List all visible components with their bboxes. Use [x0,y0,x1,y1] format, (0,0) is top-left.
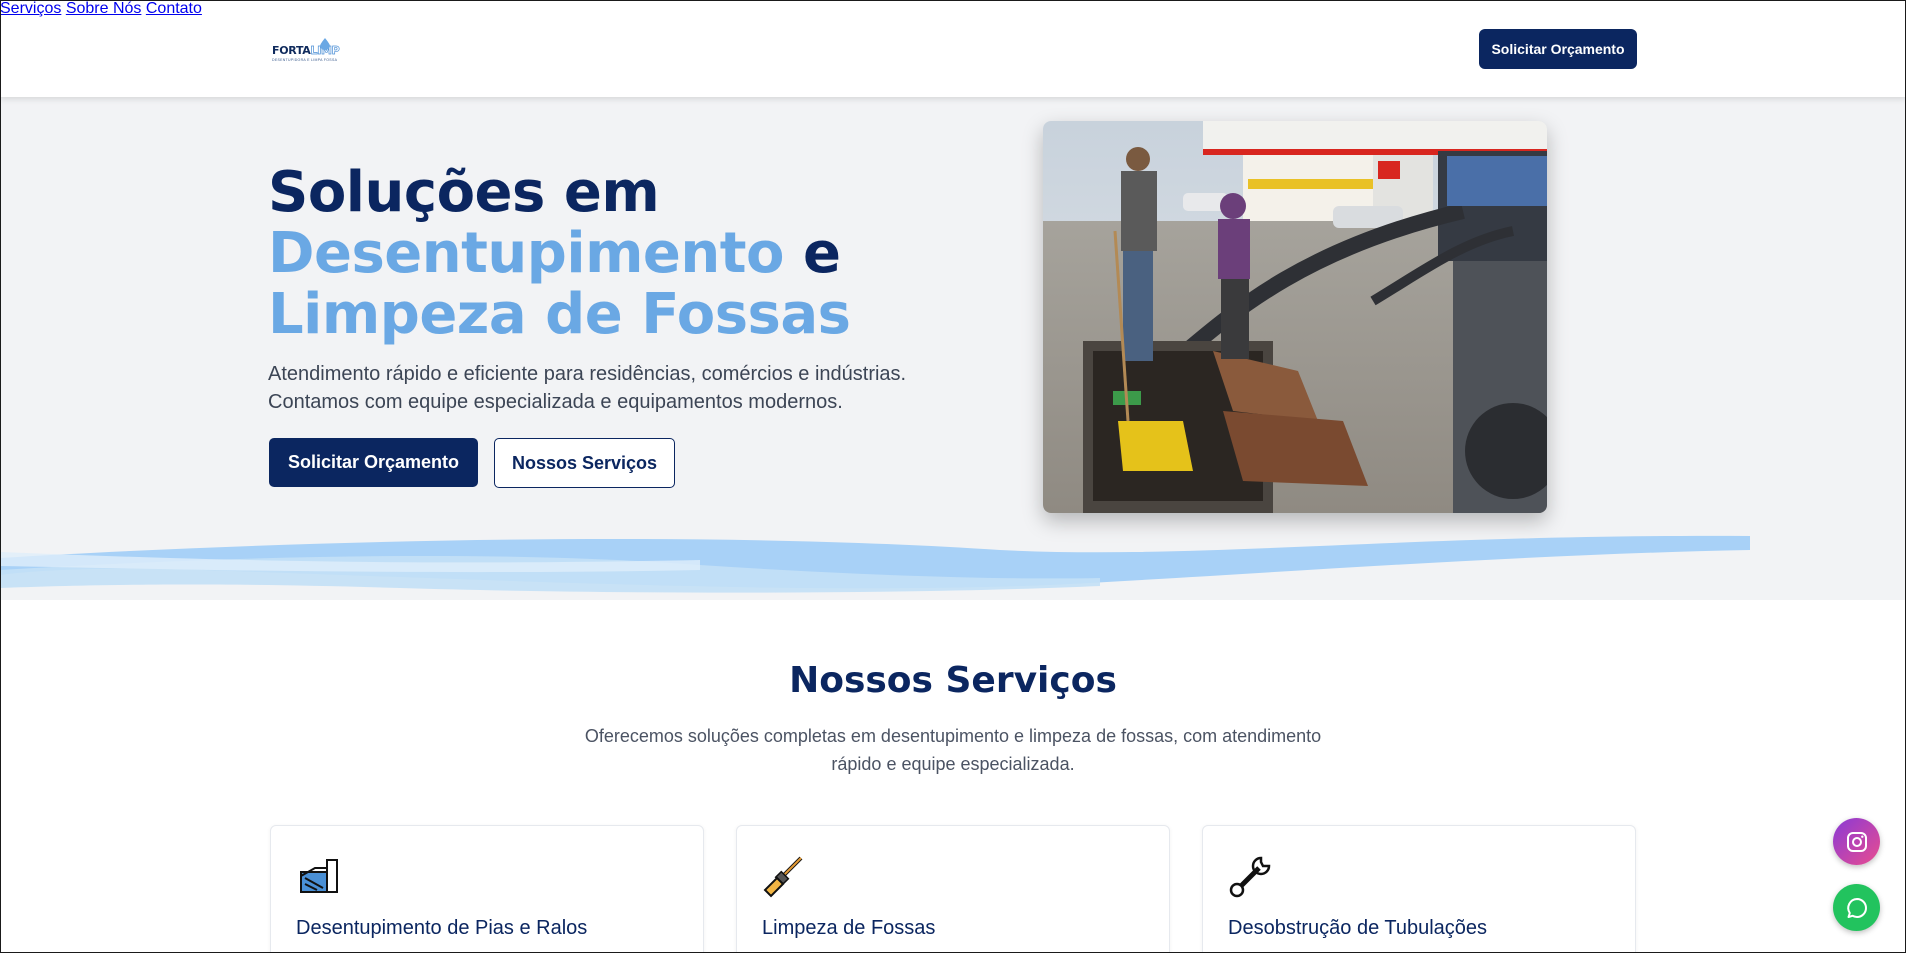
service-card-title: Limpeza de Fossas [762,917,936,939]
nav-servicos[interactable]: Serviços [0,0,61,17]
hero-wave-divider [0,535,1750,593]
whatsapp-button[interactable] [1833,884,1880,931]
services-title: Nossos Serviços [789,660,1117,701]
main-nav: Serviços Sobre Nós Contato [0,0,1906,18]
broom-icon [763,856,803,898]
service-card-title: Desobstrução de Tubulações [1228,917,1488,939]
service-card-pias-ralos[interactable]: Desentupimento de Pias e Ralos [270,825,704,953]
service-card-desobstrucao[interactable]: Desobstrução de Tubulações [1202,825,1636,953]
hero-quote-button[interactable]: Solicitar Orçamento [269,438,478,487]
header-quote-button[interactable]: Solicitar Orçamento [1479,29,1637,69]
instagram-icon [1846,831,1867,852]
site-header: FORTALIMP DESENTUPIDORA E LIMPA FOSSA Se… [0,0,1906,97]
hero-services-button[interactable]: Nossos Serviços [494,438,675,488]
nav-sobre-nos[interactable]: Sobre Nós [66,0,142,17]
nav-contato[interactable]: Contato [146,0,202,17]
water-drop-icon [320,38,330,50]
hero-title: Soluções em Desentupimento e Limpeza de … [268,160,851,347]
whatsapp-icon [1846,897,1867,918]
service-card-limpeza-fossas[interactable]: Limpeza de Fossas [736,825,1170,953]
logo-tagline: DESENTUPIDORA E LIMPA FOSSA [272,58,338,62]
hero-photo [1043,121,1547,513]
wrench-icon [1229,856,1271,898]
instagram-button[interactable] [1833,818,1880,865]
workers-cleaning-septic-tank-image [1043,121,1547,513]
hero-subtitle: Atendimento rápido e eficiente para resi… [268,363,907,413]
services-subtitle: Oferecemos soluções completas em desentu… [584,726,1322,774]
drain-pipe-icon [300,859,338,893]
service-card-title: Desentupimento de Pias e Ralos [296,917,588,939]
site-logo[interactable]: FORTALIMP DESENTUPIDORA E LIMPA FOSSA [272,36,358,66]
